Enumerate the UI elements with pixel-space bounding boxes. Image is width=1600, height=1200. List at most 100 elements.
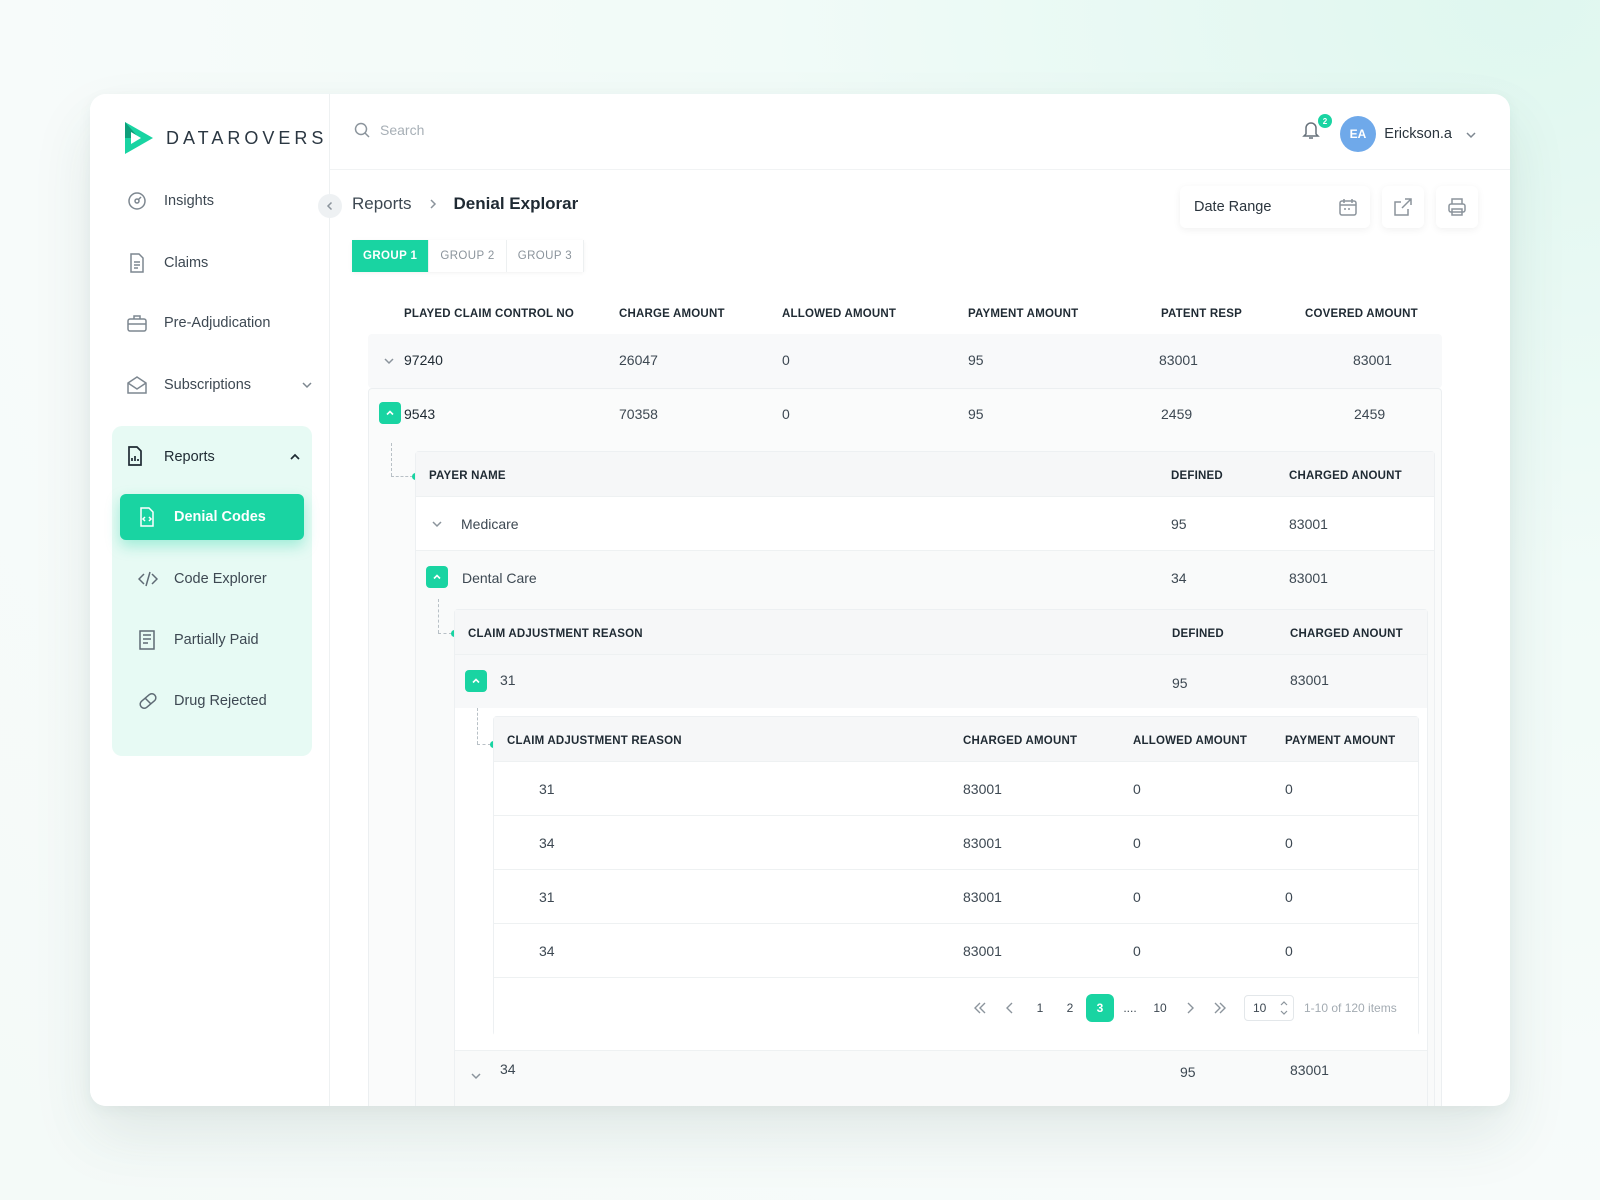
per-page-stepper[interactable]: 10	[1244, 995, 1294, 1021]
page-button[interactable]: 2	[1056, 994, 1084, 1022]
sidebar-item-pre-adjudication[interactable]: Pre-Adjudication	[126, 312, 314, 334]
printer-icon	[1448, 198, 1466, 216]
collapse-sidebar-button[interactable]	[318, 194, 342, 218]
reason-code: 31	[500, 672, 516, 688]
page-title: Denial Explorar	[453, 194, 579, 213]
payment-amount: 95	[968, 352, 984, 368]
column-header: CHARGED ANOUNT	[1289, 470, 1402, 482]
column-header: PAYMENT AMOUNT	[1285, 735, 1396, 747]
allowed-amount: 0	[782, 406, 790, 422]
table-row[interactable]: 34 95 83001	[455, 1050, 1427, 1106]
sidebar-item-insights[interactable]: Insights	[126, 190, 314, 212]
chevron-down-icon[interactable]	[430, 517, 444, 531]
allowed-amount: 0	[1133, 835, 1141, 851]
logo[interactable]: DATAROVERS	[122, 120, 327, 156]
reason-code: 34	[539, 835, 555, 851]
chevron-up-icon	[386, 410, 394, 416]
pagination-row: 1 2 3 .... 10 10 1-10 of 120 items	[494, 977, 1418, 1037]
chevron-left-icon	[326, 201, 333, 211]
sidebar-item-subscriptions[interactable]: Subscriptions	[126, 374, 314, 396]
column-header: CHARGED AMOUNT	[963, 735, 1078, 747]
chevron-right-icon	[1187, 1002, 1194, 1014]
table-row[interactable]: Medicare 95 83001	[416, 496, 1434, 550]
breadcrumb-reports[interactable]: Reports	[352, 194, 412, 214]
search-input[interactable]	[380, 122, 680, 138]
prev-page-button[interactable]	[996, 994, 1024, 1022]
page-button[interactable]: 10	[1146, 994, 1174, 1022]
column-header: PAYMENT AMOUNT	[968, 308, 1079, 320]
detail-panel: CLAIM ADJUSTMENT REASON CHARGED AMOUNT A…	[493, 716, 1419, 1037]
pagination: 1 2 3 .... 10 10 1-10 of 120 items	[966, 994, 1397, 1022]
pill-icon	[138, 691, 158, 711]
patent-resp: 2459	[1161, 406, 1193, 422]
defined-value: 34	[1171, 570, 1187, 586]
collapse-row-button[interactable]	[465, 670, 487, 692]
sidebar-item-partially-paid[interactable]: Partially Paid	[120, 617, 304, 663]
sidebar: DATAROVERS Insights Claims Pre-Adjudicat…	[90, 94, 330, 1106]
page-button[interactable]: 1	[1026, 994, 1054, 1022]
reports-group: Reports Denial Codes Code Explorer Parti…	[112, 426, 312, 756]
sidebar-item-label: Code Explorer	[174, 571, 267, 587]
tree-connector	[438, 633, 452, 634]
charged-amount: 83001	[963, 943, 1002, 959]
search-icon	[354, 122, 370, 138]
table-row[interactable]: 34 83001 0 0	[494, 815, 1418, 869]
app-window: DATAROVERS Insights Claims Pre-Adjudicat…	[90, 94, 1510, 1106]
calendar-icon	[1339, 199, 1357, 216]
chevron-down-icon[interactable]	[382, 354, 396, 368]
chevron-up-icon	[433, 574, 441, 580]
chevron-up-icon	[290, 453, 300, 460]
tab-group-3[interactable]: GROUP 3	[506, 240, 585, 272]
charged-amount: 83001	[1289, 570, 1328, 586]
report-icon	[126, 446, 148, 468]
column-header: CLAIM ADJUSTMENT REASON	[507, 735, 682, 747]
last-page-button[interactable]	[1206, 994, 1234, 1022]
chevron-down-icon	[302, 382, 312, 389]
sidebar-item-reports[interactable]: Reports	[126, 446, 302, 468]
user-name[interactable]: Erickson.a	[1384, 126, 1452, 142]
sidebar-item-code-explorer[interactable]: Code Explorer	[120, 556, 304, 602]
reason-code: 31	[539, 889, 555, 905]
payer-name: Dental Care	[462, 570, 537, 586]
avatar[interactable]: EA	[1340, 116, 1376, 152]
export-button[interactable]	[1382, 186, 1424, 228]
tab-group-1[interactable]: GROUP 1	[352, 240, 430, 272]
tree-connector	[391, 443, 392, 476]
next-page-button[interactable]	[1176, 994, 1204, 1022]
sidebar-item-label: Denial Codes	[174, 509, 266, 525]
table-row[interactable]: 31 83001 0 0	[494, 869, 1418, 923]
sidebar-item-drug-rejected[interactable]: Drug Rejected	[120, 678, 304, 724]
notifications-button[interactable]: 2	[1302, 114, 1332, 144]
brand-name: DATAROVERS	[166, 127, 328, 148]
page-button-current[interactable]: 3	[1086, 994, 1114, 1022]
column-header: ALLOWED AMOUNT	[782, 308, 897, 320]
double-chevron-left-icon	[974, 1002, 986, 1014]
chevron-down-icon[interactable]	[1464, 128, 1478, 142]
tab-group-2[interactable]: GROUP 2	[429, 240, 507, 272]
table-row[interactable]: 34 83001 0 0	[494, 923, 1418, 977]
table-row[interactable]: 97240 26047 0 95 83001 83001	[368, 334, 1442, 388]
chevron-up-icon	[472, 678, 480, 684]
collapse-row-button[interactable]	[379, 402, 401, 424]
chevron-down-icon[interactable]	[469, 1069, 483, 1083]
payment-amount: 0	[1285, 889, 1293, 905]
tree-connector	[477, 708, 478, 744]
tree-connector	[391, 476, 413, 477]
charged-amount: 83001	[1290, 1062, 1329, 1078]
logo-mark-icon	[125, 122, 153, 154]
sidebar-item-denial-codes[interactable]: Denial Codes	[120, 494, 304, 540]
tree-connector	[477, 744, 491, 745]
stepper-arrows-icon[interactable]	[1279, 999, 1289, 1017]
items-info: 1-10 of 120 items	[1304, 1001, 1397, 1015]
column-header: DEFINED	[1171, 470, 1223, 482]
defined-value: 95	[1172, 675, 1188, 691]
print-button[interactable]	[1436, 186, 1478, 228]
table-row[interactable]: 31 83001 0 0	[494, 761, 1418, 815]
sidebar-item-claims[interactable]: Claims	[126, 252, 314, 274]
payer-header	[416, 452, 1434, 496]
date-range-picker[interactable]: Date Range	[1180, 186, 1370, 228]
first-page-button[interactable]	[966, 994, 994, 1022]
collapse-row-button[interactable]	[426, 566, 448, 588]
payment-amount: 0	[1285, 781, 1293, 797]
claim-no: 9543	[404, 406, 436, 422]
